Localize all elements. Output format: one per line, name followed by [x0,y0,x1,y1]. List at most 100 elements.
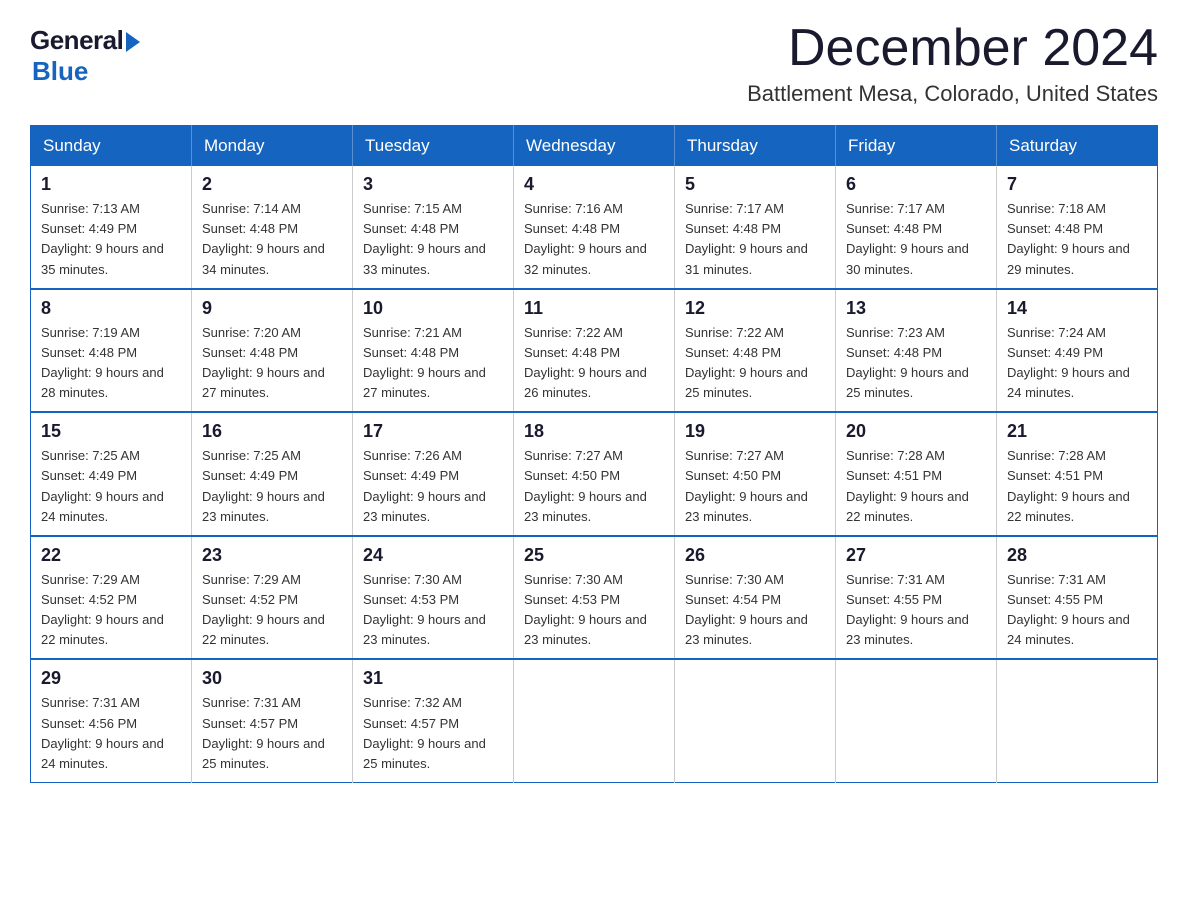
calendar-cell: 5 Sunrise: 7:17 AMSunset: 4:48 PMDaylight… [675,166,836,289]
day-info: Sunrise: 7:31 AMSunset: 4:55 PMDaylight:… [1007,570,1147,651]
calendar-cell: 23Sunrise: 7:29 AMSunset: 4:52 PMDayligh… [192,536,353,660]
weekday-header-saturday: Saturday [997,126,1158,167]
day-number: 4 [524,174,664,195]
day-number: 26 [685,545,825,566]
calendar-cell: 17 Sunrise: 7:26 AMSunset: 4:49 PMDayligh… [353,412,514,536]
calendar-cell: 19 Sunrise: 7:27 AMSunset: 4:50 PMDayligh… [675,412,836,536]
calendar-cell: 3 Sunrise: 7:15 AMSunset: 4:48 PMDaylight… [353,166,514,289]
calendar-cell: 18Sunrise: 7:27 AMSunset: 4:50 PMDayligh… [514,412,675,536]
day-number: 29 [41,668,181,689]
weekday-header-sunday: Sunday [31,126,192,167]
day-info: Sunrise: 7:20 AMSunset: 4:48 PMDaylight:… [202,323,342,404]
day-info: Sunrise: 7:22 AMSunset: 4:48 PMDaylight:… [685,323,825,404]
day-info: Sunrise: 7:17 AMSunset: 4:48 PMDaylight:… [846,199,986,280]
day-info: Sunrise: 7:19 AMSunset: 4:48 PMDaylight:… [41,323,181,404]
day-info: Sunrise: 7:31 AMSunset: 4:55 PMDaylight:… [846,570,986,651]
day-number: 27 [846,545,986,566]
day-number: 13 [846,298,986,319]
logo: General Blue [30,20,140,87]
weekday-header-wednesday: Wednesday [514,126,675,167]
day-info: Sunrise: 7:31 AMSunset: 4:56 PMDaylight:… [41,693,181,774]
day-number: 25 [524,545,664,566]
calendar-cell [836,659,997,782]
day-info: Sunrise: 7:25 AMSunset: 4:49 PMDaylight:… [202,446,342,527]
calendar-cell: 14 Sunrise: 7:24 AMSunset: 4:49 PMDayligh… [997,289,1158,413]
calendar-cell: 21Sunrise: 7:28 AMSunset: 4:51 PMDayligh… [997,412,1158,536]
day-number: 12 [685,298,825,319]
day-number: 1 [41,174,181,195]
day-info: Sunrise: 7:21 AMSunset: 4:48 PMDaylight:… [363,323,503,404]
day-number: 31 [363,668,503,689]
calendar-cell: 12 Sunrise: 7:22 AMSunset: 4:48 PMDayligh… [675,289,836,413]
day-info: Sunrise: 7:25 AMSunset: 4:49 PMDaylight:… [41,446,181,527]
day-info: Sunrise: 7:13 AMSunset: 4:49 PMDaylight:… [41,199,181,280]
month-title: December 2024 [747,20,1158,77]
page-header: General Blue December 2024 Battlement Me… [30,20,1158,107]
day-info: Sunrise: 7:23 AMSunset: 4:48 PMDaylight:… [846,323,986,404]
calendar-cell: 25 Sunrise: 7:30 AMSunset: 4:53 PMDayligh… [514,536,675,660]
day-info: Sunrise: 7:28 AMSunset: 4:51 PMDaylight:… [846,446,986,527]
day-number: 18 [524,421,664,442]
day-info: Sunrise: 7:16 AMSunset: 4:48 PMDaylight:… [524,199,664,280]
calendar-cell: 29 Sunrise: 7:31 AMSunset: 4:56 PMDayligh… [31,659,192,782]
day-info: Sunrise: 7:32 AMSunset: 4:57 PMDaylight:… [363,693,503,774]
calendar-week-row: 15Sunrise: 7:25 AMSunset: 4:49 PMDayligh… [31,412,1158,536]
day-info: Sunrise: 7:22 AMSunset: 4:48 PMDaylight:… [524,323,664,404]
day-number: 17 [363,421,503,442]
calendar-cell: 2Sunrise: 7:14 AMSunset: 4:48 PMDaylight… [192,166,353,289]
day-info: Sunrise: 7:27 AMSunset: 4:50 PMDaylight:… [685,446,825,527]
calendar-cell: 6 Sunrise: 7:17 AMSunset: 4:48 PMDaylight… [836,166,997,289]
calendar-cell: 15Sunrise: 7:25 AMSunset: 4:49 PMDayligh… [31,412,192,536]
calendar-cell: 28Sunrise: 7:31 AMSunset: 4:55 PMDayligh… [997,536,1158,660]
day-number: 20 [846,421,986,442]
calendar-week-row: 22Sunrise: 7:29 AMSunset: 4:52 PMDayligh… [31,536,1158,660]
day-number: 8 [41,298,181,319]
calendar-cell: 24 Sunrise: 7:30 AMSunset: 4:53 PMDayligh… [353,536,514,660]
day-number: 30 [202,668,342,689]
day-number: 19 [685,421,825,442]
day-number: 5 [685,174,825,195]
day-number: 14 [1007,298,1147,319]
day-number: 24 [363,545,503,566]
location-title: Battlement Mesa, Colorado, United States [747,81,1158,107]
calendar-cell: 10Sunrise: 7:21 AMSunset: 4:48 PMDayligh… [353,289,514,413]
day-info: Sunrise: 7:30 AMSunset: 4:53 PMDaylight:… [363,570,503,651]
logo-blue-text: Blue [32,56,88,87]
calendar-cell: 9 Sunrise: 7:20 AMSunset: 4:48 PMDaylight… [192,289,353,413]
logo-general-text: General [30,25,123,56]
day-info: Sunrise: 7:30 AMSunset: 4:53 PMDaylight:… [524,570,664,651]
day-number: 3 [363,174,503,195]
day-number: 21 [1007,421,1147,442]
day-number: 16 [202,421,342,442]
day-info: Sunrise: 7:26 AMSunset: 4:49 PMDaylight:… [363,446,503,527]
day-info: Sunrise: 7:17 AMSunset: 4:48 PMDaylight:… [685,199,825,280]
calendar-cell: 7 Sunrise: 7:18 AMSunset: 4:48 PMDaylight… [997,166,1158,289]
calendar-cell: 4 Sunrise: 7:16 AMSunset: 4:48 PMDaylight… [514,166,675,289]
weekday-header-monday: Monday [192,126,353,167]
day-info: Sunrise: 7:18 AMSunset: 4:48 PMDaylight:… [1007,199,1147,280]
weekday-header-friday: Friday [836,126,997,167]
calendar-week-row: 29 Sunrise: 7:31 AMSunset: 4:56 PMDayligh… [31,659,1158,782]
calendar-cell: 13 Sunrise: 7:23 AMSunset: 4:48 PMDayligh… [836,289,997,413]
day-number: 9 [202,298,342,319]
calendar-cell: 27 Sunrise: 7:31 AMSunset: 4:55 PMDayligh… [836,536,997,660]
calendar-cell: 31 Sunrise: 7:32 AMSunset: 4:57 PMDayligh… [353,659,514,782]
calendar-cell [997,659,1158,782]
day-info: Sunrise: 7:30 AMSunset: 4:54 PMDaylight:… [685,570,825,651]
weekday-header-thursday: Thursday [675,126,836,167]
calendar-cell: 26 Sunrise: 7:30 AMSunset: 4:54 PMDayligh… [675,536,836,660]
day-info: Sunrise: 7:31 AMSunset: 4:57 PMDaylight:… [202,693,342,774]
calendar-cell [514,659,675,782]
calendar-cell: 20 Sunrise: 7:28 AMSunset: 4:51 PMDayligh… [836,412,997,536]
weekday-header-row: SundayMondayTuesdayWednesdayThursdayFrid… [31,126,1158,167]
calendar-table: SundayMondayTuesdayWednesdayThursdayFrid… [30,125,1158,783]
logo-arrow-icon [126,32,140,52]
day-info: Sunrise: 7:29 AMSunset: 4:52 PMDaylight:… [202,570,342,651]
day-info: Sunrise: 7:15 AMSunset: 4:48 PMDaylight:… [363,199,503,280]
title-section: December 2024 Battlement Mesa, Colorado,… [747,20,1158,107]
day-info: Sunrise: 7:24 AMSunset: 4:49 PMDaylight:… [1007,323,1147,404]
day-number: 7 [1007,174,1147,195]
day-info: Sunrise: 7:29 AMSunset: 4:52 PMDaylight:… [41,570,181,651]
day-number: 6 [846,174,986,195]
weekday-header-tuesday: Tuesday [353,126,514,167]
